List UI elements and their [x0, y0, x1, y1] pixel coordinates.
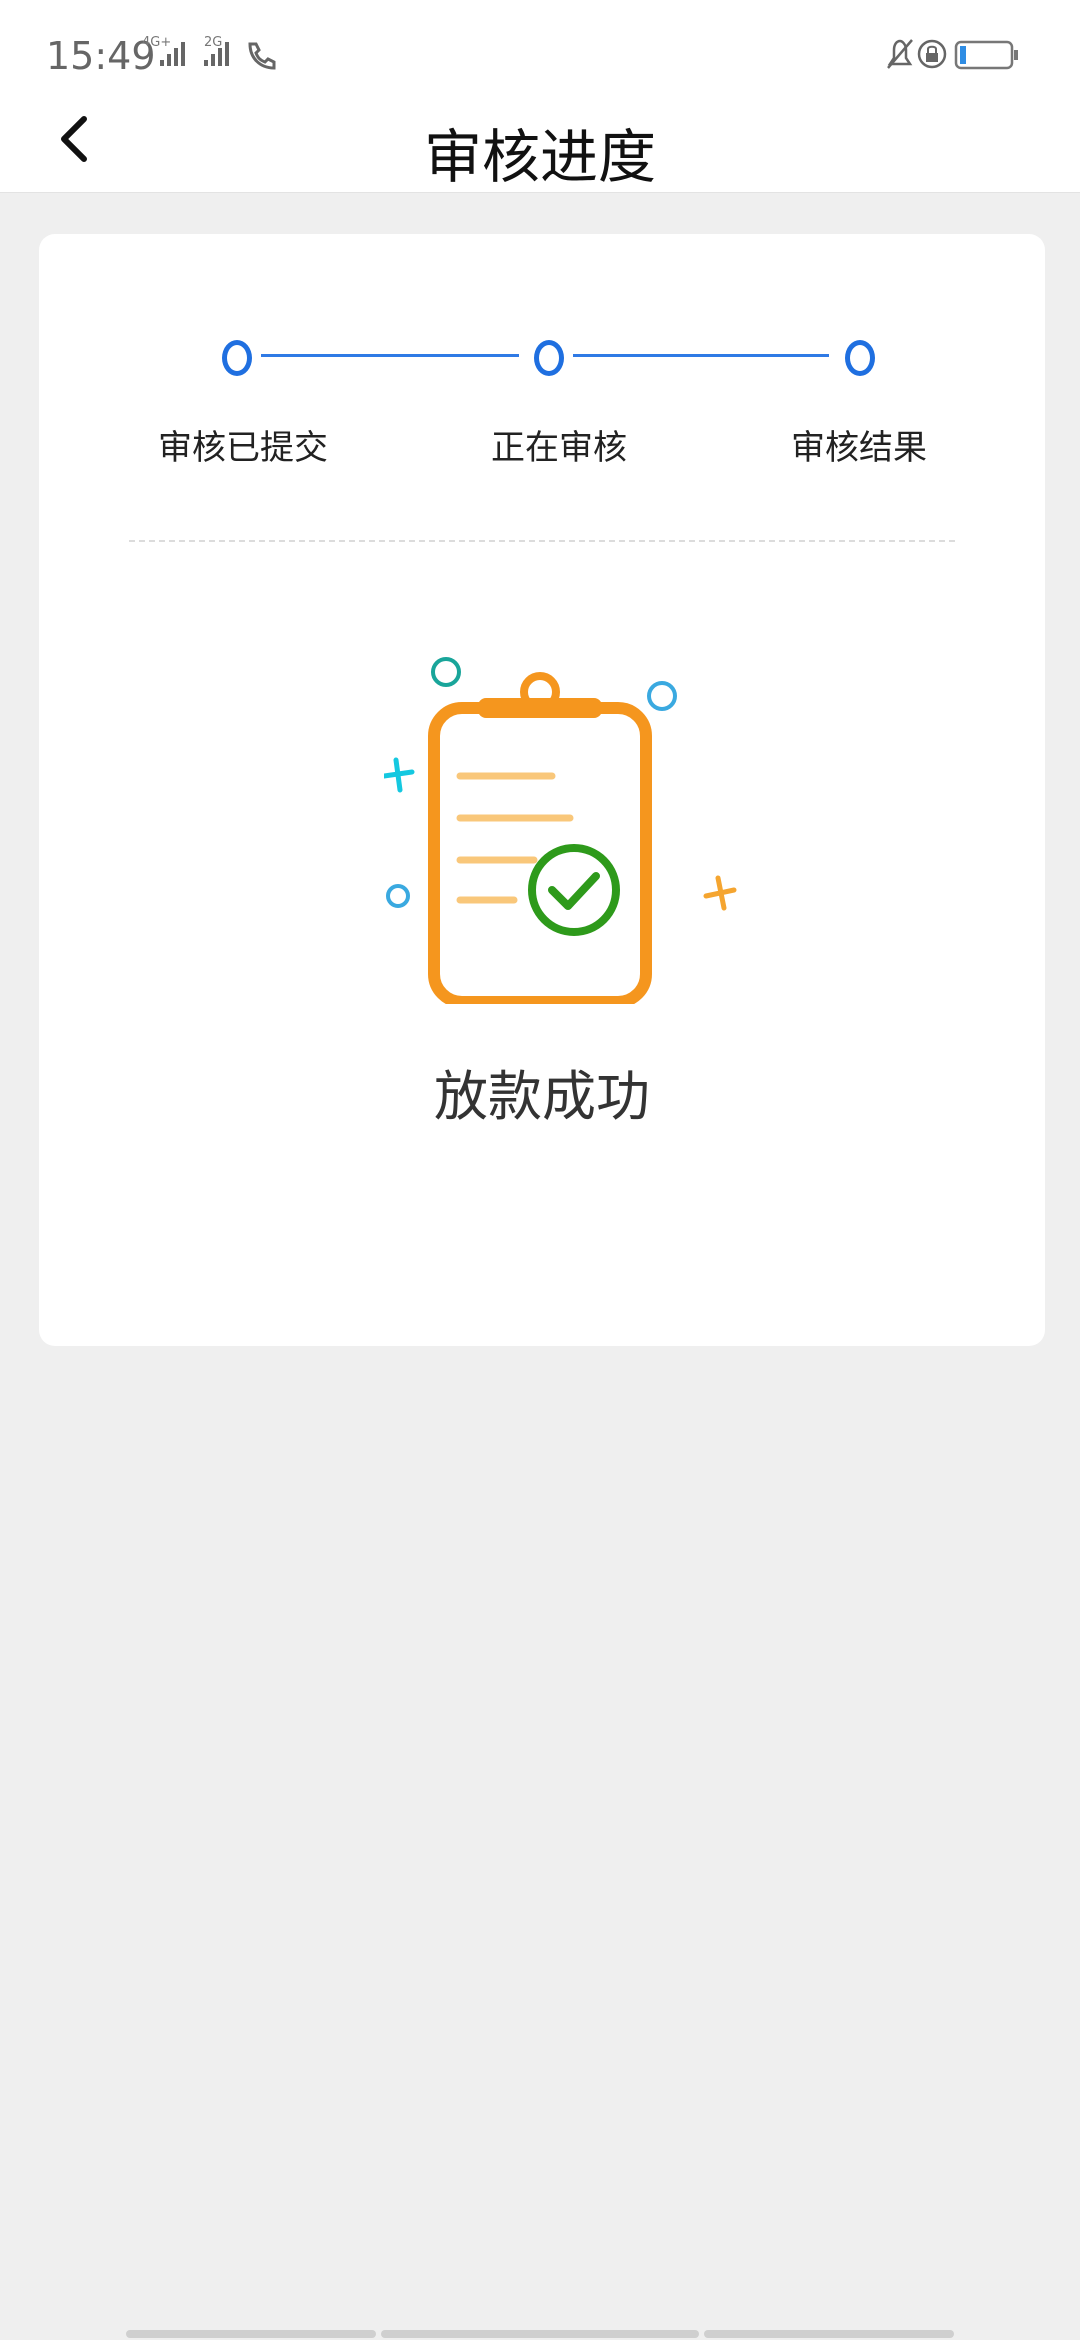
network-label-1: 4G+ [142, 35, 171, 50]
step-label-submitted: 审核已提交 [158, 428, 328, 468]
system-icons [887, 39, 1018, 70]
app-header: 审核进度 [0, 100, 1080, 193]
mute-bell-icon [887, 39, 913, 69]
step-label-result: 审核结果 [791, 428, 927, 468]
lock-rotation-icon [917, 39, 947, 69]
gesture-bar-center[interactable] [381, 2330, 699, 2338]
network-label-2: 2G [204, 35, 222, 50]
progress-card: 审核已提交 正在审核 审核结果 放款成功 [39, 234, 1045, 1346]
gesture-bar-right[interactable] [704, 2330, 954, 2338]
dashed-divider [129, 540, 955, 542]
signal-icons: 4G+ 2G [142, 35, 276, 70]
step-dot-submitted [222, 340, 252, 376]
result-status-text: 放款成功 [434, 1065, 650, 1128]
page-title: 审核进度 [423, 123, 656, 191]
step-dot-reviewing [534, 340, 564, 376]
step-connector-2 [573, 354, 829, 357]
step-label-reviewing: 正在审核 [491, 428, 627, 468]
step-connector-1 [261, 354, 519, 357]
status-time: 15:49 [46, 34, 156, 78]
status-bar: 15:49 4G+ 2G [0, 0, 1080, 100]
call-icon [248, 42, 276, 70]
battery-icon [954, 40, 1018, 70]
clipboard-check-icon [384, 657, 737, 1004]
gesture-bar-left[interactable] [126, 2330, 376, 2338]
step-dot-result [845, 340, 875, 376]
